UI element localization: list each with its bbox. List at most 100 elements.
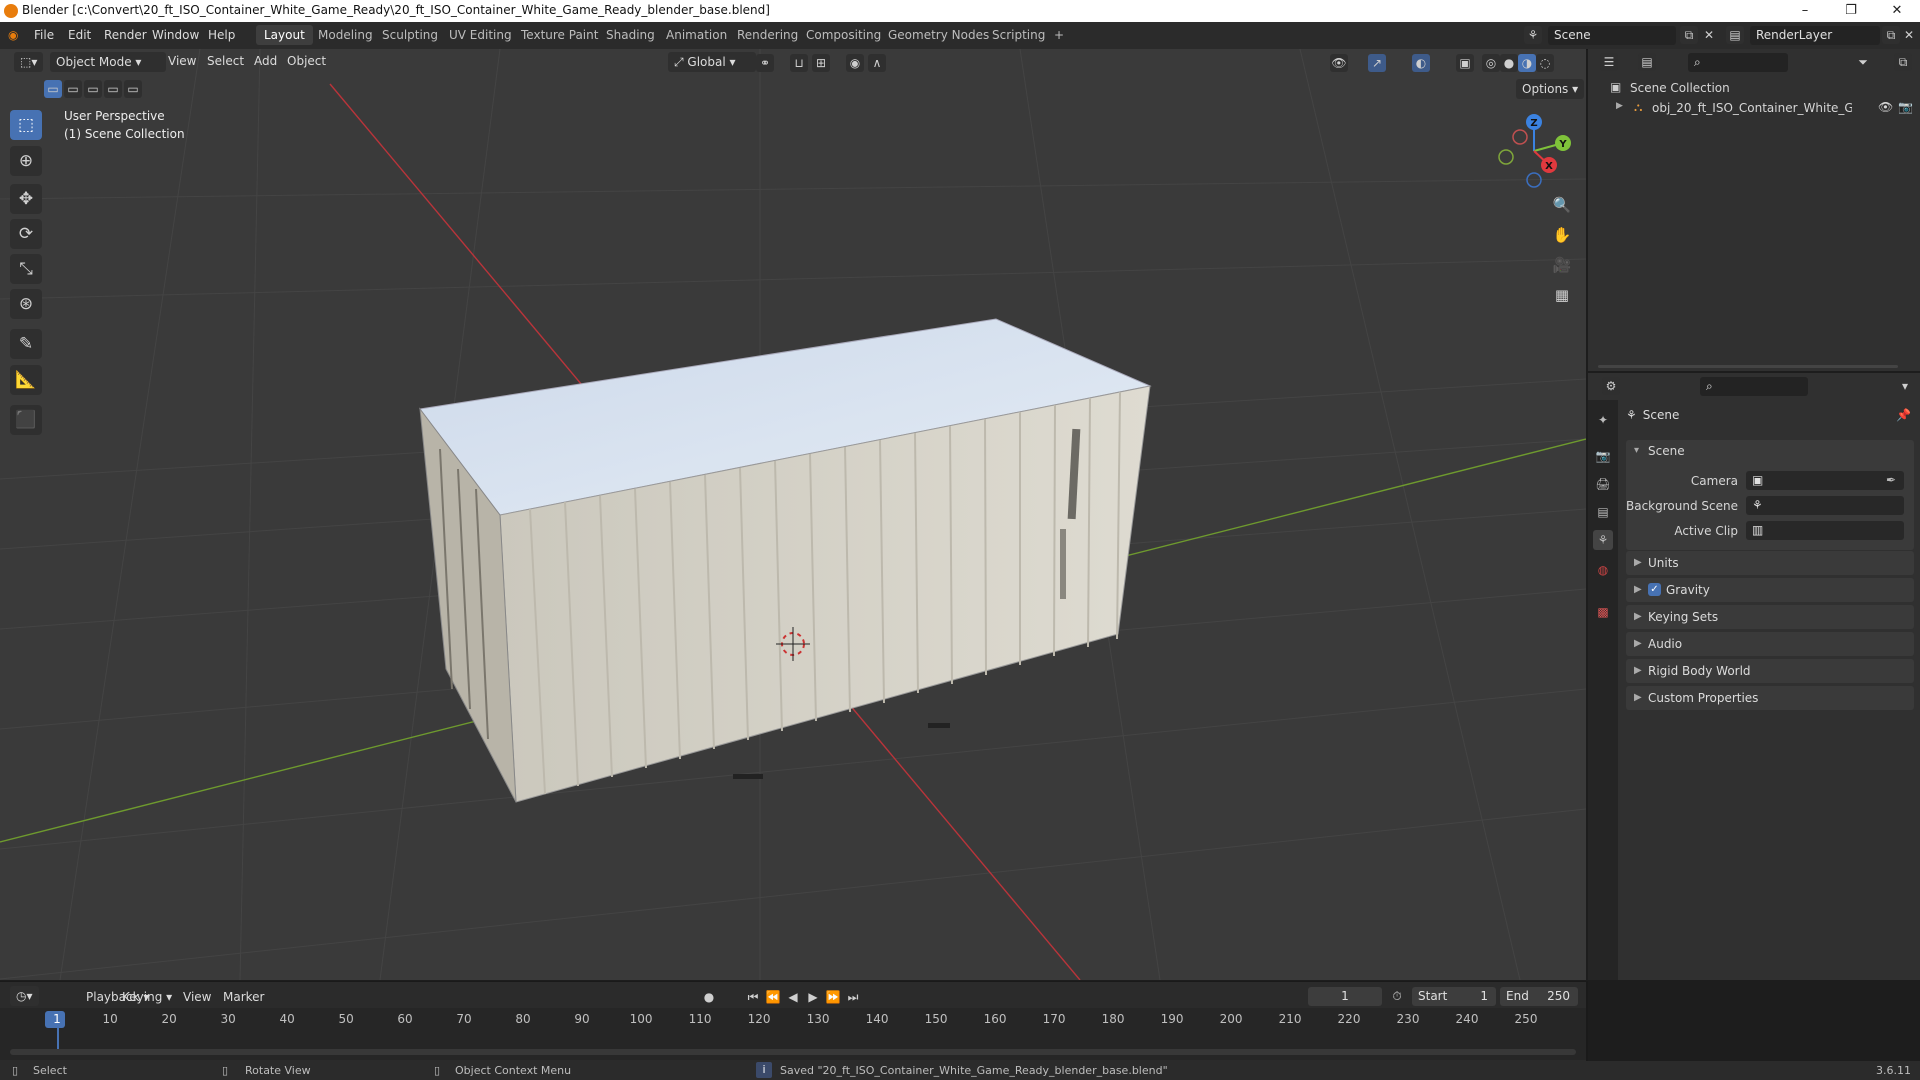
panel-keying-sets[interactable]: ▶ Keying Sets bbox=[1626, 605, 1914, 629]
object-mode-dropdown[interactable]: Object Mode ▾ bbox=[50, 52, 166, 72]
jump-start-icon[interactable]: ⏮ bbox=[744, 988, 762, 1006]
jump-keyframe-forward-icon[interactable]: ⏩ bbox=[824, 988, 842, 1006]
gizmo-toggle-icon[interactable]: ↗ bbox=[1368, 54, 1386, 72]
xray-toggle-icon[interactable]: ▣ bbox=[1456, 54, 1474, 72]
rotate-tool[interactable]: ⟳ bbox=[10, 219, 42, 249]
transform-tool[interactable]: ⊛ bbox=[10, 289, 42, 319]
menu-window[interactable]: Window bbox=[152, 28, 199, 42]
tab-sculpting[interactable]: Sculpting bbox=[374, 25, 446, 45]
pan-hand-icon[interactable]: ✋ bbox=[1549, 222, 1575, 248]
gravity-checkbox[interactable]: ✓ bbox=[1648, 583, 1661, 596]
tab-layout[interactable]: Layout bbox=[256, 25, 313, 45]
render-tab-icon[interactable]: 📷 bbox=[1593, 446, 1613, 466]
expand-chevron-icon[interactable]: ▶ bbox=[1616, 101, 1623, 111]
properties-search-input[interactable]: ⌕ bbox=[1700, 377, 1808, 396]
display-mode-icon[interactable]: ▤ bbox=[1638, 53, 1656, 71]
visibility-icon[interactable]: 👁 bbox=[1330, 54, 1348, 72]
view-layer-icon[interactable]: ▤ bbox=[1726, 26, 1744, 44]
snap-target-icon[interactable]: ⊞ bbox=[812, 54, 830, 72]
tab-geometry-nodes[interactable]: Geometry Nodes bbox=[880, 25, 997, 45]
menu-view[interactable]: View bbox=[168, 54, 196, 68]
tab-rendering[interactable]: Rendering bbox=[729, 25, 806, 45]
timeline-scrollbar[interactable] bbox=[10, 1049, 1576, 1055]
visibility-eye-icon[interactable]: 👁 bbox=[1878, 100, 1893, 114]
select-intersect-mode-icon[interactable]: ▭ bbox=[124, 80, 142, 98]
camera-view-icon[interactable]: 🎥 bbox=[1549, 252, 1575, 278]
outliner-editor-type-icon[interactable]: ☰ bbox=[1600, 53, 1618, 71]
menu-keying[interactable]: Keying ▾ bbox=[122, 990, 172, 1004]
new-collection-icon[interactable]: ⧉ bbox=[1894, 53, 1912, 71]
panel-rigid-body-world[interactable]: ▶ Rigid Body World bbox=[1626, 659, 1914, 683]
new-scene-icon[interactable]: ⧉ bbox=[1680, 26, 1698, 44]
camera-field[interactable]: ▣ bbox=[1746, 471, 1904, 490]
eyedropper-icon[interactable]: ✒ bbox=[1886, 473, 1896, 487]
background-scene-field[interactable]: ⚘ bbox=[1746, 496, 1904, 515]
menu-add[interactable]: Add bbox=[254, 54, 277, 68]
scene-selector[interactable]: Scene bbox=[1548, 26, 1676, 45]
close-button[interactable]: ✕ bbox=[1874, 0, 1920, 22]
start-frame-field[interactable]: Start 1 bbox=[1412, 987, 1496, 1006]
select-extend-mode-icon[interactable]: ▭ bbox=[64, 80, 82, 98]
panel-gravity[interactable]: ▶ ✓ Gravity bbox=[1626, 578, 1914, 602]
menu-help[interactable]: Help bbox=[208, 28, 235, 42]
texture-tab-icon[interactable]: ▩ bbox=[1593, 602, 1613, 622]
panel-units[interactable]: ▶ Units bbox=[1626, 551, 1914, 575]
menu-marker[interactable]: Marker bbox=[223, 990, 264, 1004]
annotate-tool[interactable]: ✎ bbox=[10, 329, 42, 359]
outliner-scrollbar[interactable] bbox=[1598, 365, 1898, 368]
tab-scripting[interactable]: Scripting bbox=[984, 25, 1053, 45]
menu-object[interactable]: Object bbox=[287, 54, 326, 68]
play-icon[interactable]: ▶ bbox=[804, 988, 822, 1006]
tab-uv-editing[interactable]: UV Editing bbox=[441, 25, 520, 45]
scene-icon[interactable]: ⚘ bbox=[1524, 26, 1542, 44]
container-model[interactable] bbox=[419, 318, 1152, 803]
panel-custom-properties[interactable]: ▶ Custom Properties bbox=[1626, 686, 1914, 710]
menu-render[interactable]: Render bbox=[104, 28, 147, 42]
select-box-tool[interactable]: ⬚ bbox=[10, 110, 42, 140]
menu-edit[interactable]: Edit bbox=[68, 28, 91, 42]
wireframe-shading-icon[interactable]: ◎ bbox=[1482, 54, 1500, 72]
cursor-tool[interactable]: ⊕ bbox=[10, 146, 42, 176]
3d-viewport[interactable]: Z Y X ⬚▾ Object Mode ▾ View Select Add O… bbox=[0, 49, 1586, 980]
proportional-edit-icon[interactable]: ◉ bbox=[846, 54, 864, 72]
properties-options-chevron-icon[interactable]: ▾ bbox=[1896, 377, 1914, 395]
auto-keying-icon[interactable]: ● bbox=[700, 988, 718, 1006]
tab-compositing[interactable]: Compositing bbox=[798, 25, 889, 45]
measure-tool[interactable]: 📐 bbox=[10, 365, 42, 395]
menu-file[interactable]: File bbox=[34, 28, 54, 42]
outliner-row-object[interactable]: ▶ ⛬ obj_20_ft_ISO_Container_White_Game_I… bbox=[1610, 99, 1918, 119]
outliner-row-scene-collection[interactable]: ▣ Scene Collection bbox=[1610, 79, 1910, 99]
end-frame-field[interactable]: End 250 bbox=[1500, 987, 1578, 1006]
view-layer-selector[interactable]: RenderLayer bbox=[1750, 26, 1880, 45]
scale-tool[interactable]: ⤡ bbox=[10, 254, 42, 284]
maximize-button[interactable]: ❐ bbox=[1828, 0, 1874, 22]
output-tab-icon[interactable]: 🖨 bbox=[1593, 474, 1613, 494]
scene-section-chevron-icon[interactable]: ▾ bbox=[1634, 445, 1639, 456]
render-camera-icon[interactable]: 📷 bbox=[1898, 100, 1913, 114]
play-reverse-icon[interactable]: ◀ bbox=[784, 988, 802, 1006]
navigation-gizmo[interactable]: Z Y X bbox=[1498, 114, 1571, 188]
blender-menu-icon[interactable]: ◉ bbox=[8, 28, 18, 42]
jump-end-icon[interactable]: ⏭ bbox=[844, 988, 862, 1006]
material-preview-icon[interactable]: ◑ bbox=[1518, 54, 1536, 72]
tab-texture-paint[interactable]: Texture Paint bbox=[513, 25, 606, 45]
properties-editor-type-icon[interactable]: ⚙ bbox=[1602, 377, 1620, 395]
snap-icon[interactable]: ⊔ bbox=[790, 54, 808, 72]
editor-type-icon[interactable]: ⬚▾ bbox=[14, 52, 44, 72]
menu-timeline-view[interactable]: View bbox=[183, 990, 211, 1004]
select-invert-mode-icon[interactable]: ▭ bbox=[104, 80, 122, 98]
select-box-mode-icon[interactable]: ▭ bbox=[44, 80, 62, 98]
panel-audio[interactable]: ▶ Audio bbox=[1626, 632, 1914, 656]
preview-range-icon[interactable]: ⏱ bbox=[1388, 987, 1406, 1005]
move-tool[interactable]: ✥ bbox=[10, 184, 42, 214]
delete-scene-icon[interactable]: ✕ bbox=[1700, 26, 1718, 44]
minimize-button[interactable]: – bbox=[1782, 0, 1828, 22]
tab-animation[interactable]: Animation bbox=[658, 25, 735, 45]
tab-modeling[interactable]: Modeling bbox=[310, 25, 381, 45]
select-subtract-mode-icon[interactable]: ▭ bbox=[84, 80, 102, 98]
proportional-falloff-icon[interactable]: ∧ bbox=[868, 54, 886, 72]
menu-select[interactable]: Select bbox=[207, 54, 244, 68]
pivot-point-icon[interactable]: ⚭ bbox=[756, 54, 774, 72]
overlay-toggle-icon[interactable]: ◐ bbox=[1412, 54, 1430, 72]
view-layer-tab-icon[interactable]: ▤ bbox=[1593, 502, 1613, 522]
